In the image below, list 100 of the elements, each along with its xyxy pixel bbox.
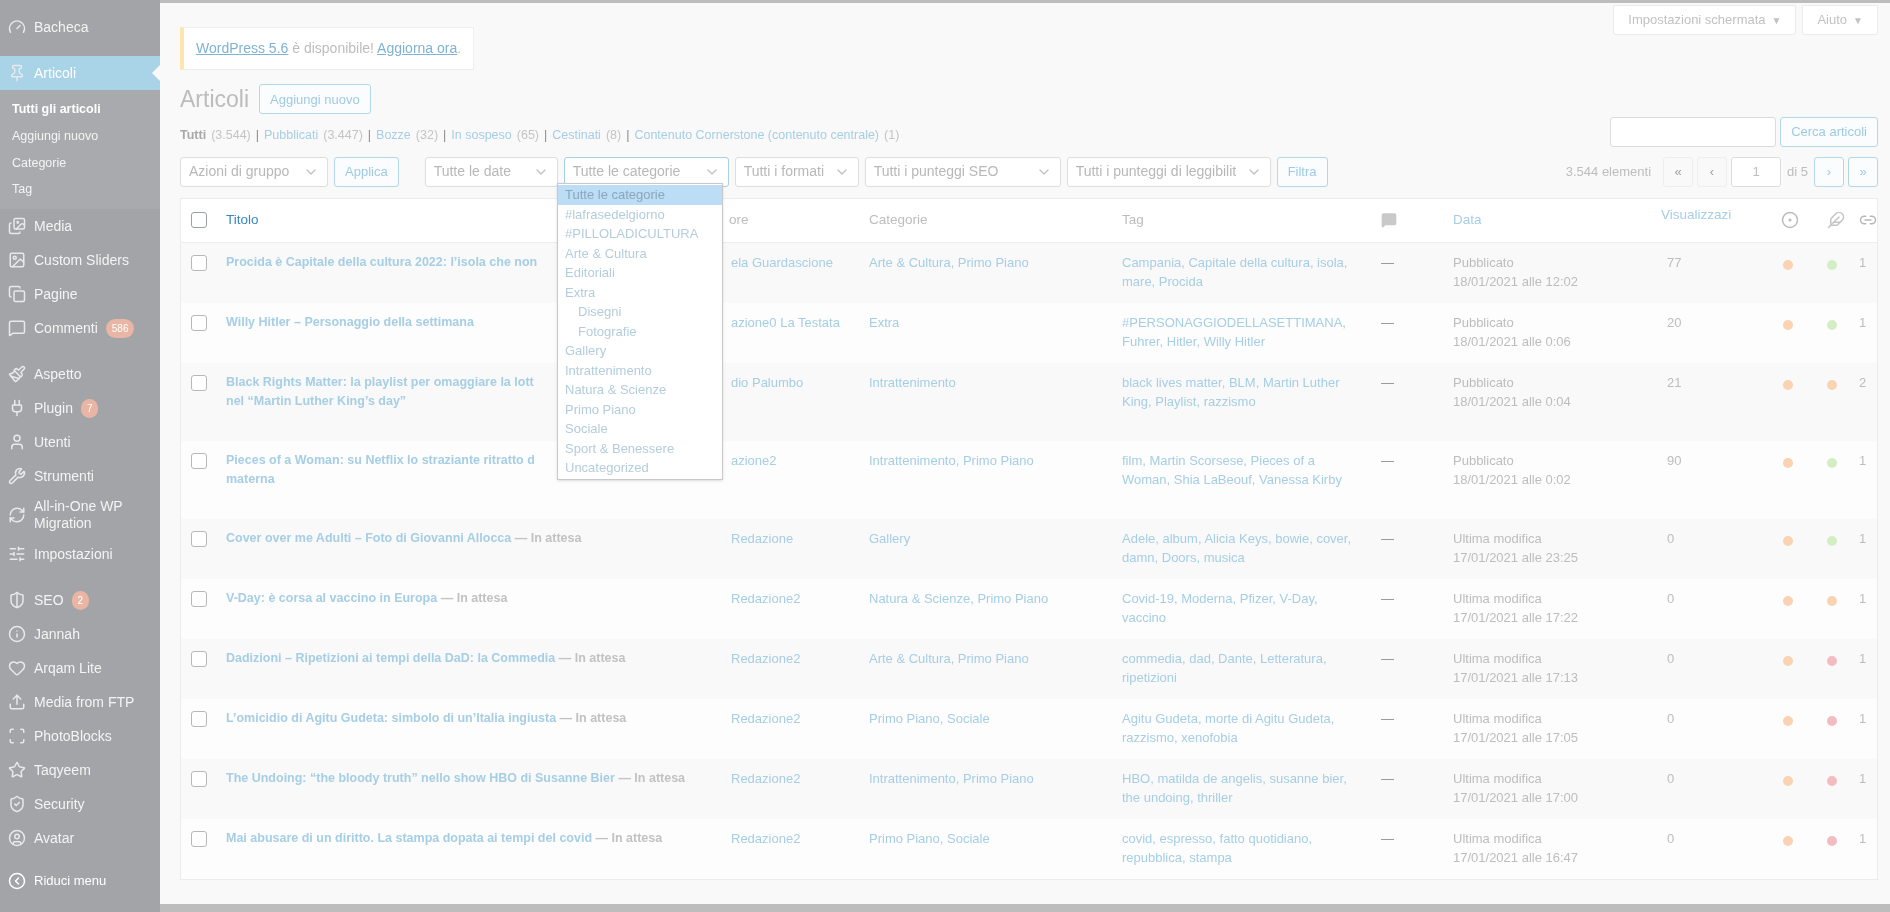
row-checkbox[interactable] xyxy=(191,314,207,331)
view-filter-link[interactable]: Tutti xyxy=(180,125,207,145)
tags-link[interactable]: #PERSONAGGIODELLASETTIMANA, Fuhrer, Hitler, Willy Hitler xyxy=(1122,312,1371,351)
column-header[interactable]: Data xyxy=(1453,209,1482,231)
sidebar-item[interactable]: Avatar xyxy=(0,821,160,855)
notice-link[interactable]: WordPress 5.6 xyxy=(196,40,289,56)
search-button[interactable]: Cerca articoli xyxy=(1780,116,1878,147)
post-title-link[interactable]: Willy Hitler – Personaggio della settimana xyxy=(226,314,474,329)
author-link[interactable]: Redazione2 xyxy=(729,708,869,728)
categories-link[interactable]: Primo Piano, Sociale xyxy=(869,708,1122,728)
submenu-item[interactable]: Categorie xyxy=(0,149,160,177)
view-filter-link[interactable]: Contenuto Cornerstone (contenuto centrale) xyxy=(634,125,880,145)
categories-link[interactable]: Intrattenimento xyxy=(869,372,1122,392)
sidebar-item[interactable]: Articoli xyxy=(0,56,160,90)
dropdown-option[interactable]: Sport & Benessere xyxy=(558,438,722,458)
sidebar-item[interactable]: Arqam Lite xyxy=(0,651,160,685)
row-checkbox[interactable] xyxy=(191,770,207,787)
filter-button[interactable]: Filtra xyxy=(1276,156,1328,187)
row-checkbox[interactable] xyxy=(191,254,207,271)
sidebar-item[interactable]: SEO 2 xyxy=(0,583,160,617)
sidebar-item[interactable]: Taqyeem xyxy=(0,753,160,787)
dropdown-option[interactable]: Editoriali xyxy=(558,263,722,283)
dropdown-option[interactable]: Gallery xyxy=(558,341,722,361)
author-link[interactable]: Redazione2 xyxy=(729,828,869,848)
sidebar-item[interactable]: Utenti xyxy=(0,425,160,459)
post-title-link[interactable]: Pieces of a Woman: su Netflix lo straziante ritratto d xyxy=(226,452,535,467)
sidebar-item[interactable]: Pagine xyxy=(0,277,160,311)
sidebar-item[interactable]: PhotoBlocks xyxy=(0,719,160,753)
categories-link[interactable]: Extra xyxy=(869,312,1122,332)
view-filter-link[interactable]: Cestinati xyxy=(552,125,601,145)
sidebar-item[interactable]: Aspetto xyxy=(0,357,160,391)
dropdown-option[interactable]: #lafrasedelgiorno xyxy=(558,204,722,224)
submenu-item[interactable]: Tag xyxy=(0,176,160,203)
row-checkbox[interactable] xyxy=(191,710,207,727)
row-checkbox[interactable] xyxy=(191,530,207,547)
next-page-button[interactable]: › xyxy=(1814,156,1844,187)
row-checkbox[interactable] xyxy=(191,452,207,469)
view-filter-link[interactable]: Bozze xyxy=(376,125,411,145)
post-title-link[interactable]: materna xyxy=(226,471,275,486)
dropdown-select[interactable]: Tutte le categorie xyxy=(563,156,729,187)
author-link[interactable]: Redazione xyxy=(729,528,869,548)
dropdown-select[interactable]: Tutte le date xyxy=(424,156,558,187)
dropdown-option[interactable]: Fotografie xyxy=(558,321,722,341)
row-checkbox[interactable] xyxy=(191,374,207,391)
post-title-link[interactable]: nel “Martin Luther King’s day” xyxy=(226,393,407,408)
dropdown-select[interactable]: Tutti i punteggi di leggibilit xyxy=(1066,156,1271,187)
post-title-link[interactable]: L’omicidio di Agitu Gudeta: simbolo di un’Italia ingiusta xyxy=(226,710,557,725)
author-link[interactable]: ela Guardascione xyxy=(729,252,869,272)
tags-link[interactable]: black lives matter, BLM, Martin Luther King, Playlist, razzismo xyxy=(1122,372,1371,411)
search-field[interactable] xyxy=(1610,116,1777,147)
author-link[interactable]: Redazione2 xyxy=(729,768,869,788)
row-checkbox[interactable] xyxy=(191,650,207,667)
tags-link[interactable]: HBO, matilda de angelis, susanne bier, the undoing, thriller xyxy=(1122,768,1371,807)
post-title-link[interactable]: Cover over me Adulti – Foto di Giovanni Allocca xyxy=(226,530,512,545)
row-checkbox[interactable] xyxy=(191,830,207,847)
tags-link[interactable]: Adele, album, Alicia Keys, bowie, cover, damn, Doors, musica xyxy=(1122,528,1371,567)
dropdown-option[interactable]: Primo Piano xyxy=(558,399,722,419)
author-link[interactable]: dio Palumbo xyxy=(729,372,869,392)
tags-link[interactable]: film, Martin Scorsese, Pieces of a Woman, Shia LaBeouf, Vanessa Kirby xyxy=(1122,450,1371,489)
sidebar-item[interactable]: All-in-One WP Migration xyxy=(0,493,160,537)
sidebar-item[interactable]: Security xyxy=(0,787,160,821)
last-page-button[interactable]: » xyxy=(1848,156,1878,187)
sidebar-item[interactable]: Plugin 7 xyxy=(0,391,160,425)
categories-link[interactable]: Intrattenimento, Primo Piano xyxy=(869,768,1122,788)
categories-link[interactable]: Arte & Cultura, Primo Piano xyxy=(869,648,1122,668)
tags-link[interactable]: Covid-19, Moderna, Pfizer, V-Day, vaccino xyxy=(1122,588,1371,627)
tags-link[interactable]: covid, espresso, fatto quotidiano, repubblica, stampa xyxy=(1122,828,1371,867)
author-link[interactable]: azione0 La Testata xyxy=(729,312,869,332)
dropdown-option[interactable]: Uncategorized xyxy=(558,458,722,478)
screen-meta-button[interactable]: Aiuto ▼ xyxy=(1802,5,1878,35)
dropdown-option[interactable]: Intrattenimento xyxy=(558,360,722,380)
dropdown-option[interactable]: Disegni xyxy=(558,302,722,322)
categories-link[interactable]: Gallery xyxy=(869,528,1122,548)
sidebar-item[interactable]: Media xyxy=(0,209,160,243)
post-title-link[interactable]: Mai abusare di un diritto. La stampa dopata ai tempi del covid xyxy=(226,830,593,845)
dropdown-option[interactable]: Natura & Scienze xyxy=(558,380,722,400)
post-title-link[interactable]: Dadizioni – Ripetizioni ai tempi della DaD: la Commedia xyxy=(226,650,556,665)
dropdown-select[interactable]: Tutti i formati xyxy=(734,156,859,187)
column-header[interactable]: Titolo xyxy=(226,209,259,231)
dropdown-option[interactable]: Extra xyxy=(558,282,722,302)
categories-link[interactable]: Natura & Scienze, Primo Piano xyxy=(869,588,1122,608)
author-link[interactable]: azione2 xyxy=(729,450,869,470)
tags-link[interactable]: Campania, Capitale della cultura, isola, mare, Procida xyxy=(1122,252,1371,291)
add-new-button[interactable]: Aggiungi nuovo xyxy=(259,84,371,115)
post-title-link[interactable]: V-Day: è corsa al vaccino in Europa xyxy=(226,590,438,605)
sidebar-item[interactable]: Commenti 586 xyxy=(0,311,160,345)
post-title-link[interactable]: Black Rights Matter: la playlist per omaggiare la lott xyxy=(226,374,534,389)
dropdown-option[interactable]: Arte & Cultura xyxy=(558,243,722,263)
select-all-checkbox[interactable] xyxy=(191,212,207,228)
sidebar-item[interactable]: Jannah xyxy=(0,617,160,651)
submenu-item[interactable]: Aggiungi nuovo xyxy=(0,122,160,150)
submenu-item[interactable]: Tutti gli articoli xyxy=(0,96,160,123)
author-link[interactable]: Redazione2 xyxy=(729,648,869,668)
author-link[interactable]: Redazione2 xyxy=(729,588,869,608)
sidebar-item[interactable]: Bacheca xyxy=(0,10,160,44)
row-checkbox[interactable] xyxy=(191,590,207,607)
sidebar-item[interactable]: Impostazioni xyxy=(0,537,160,571)
sidebar-item[interactable]: Strumenti xyxy=(0,459,160,493)
tags-link[interactable]: commedia, dad, Dante, Letteratura, ripetizioni xyxy=(1122,648,1371,687)
categories-link[interactable]: Arte & Cultura, Primo Piano xyxy=(869,252,1122,272)
